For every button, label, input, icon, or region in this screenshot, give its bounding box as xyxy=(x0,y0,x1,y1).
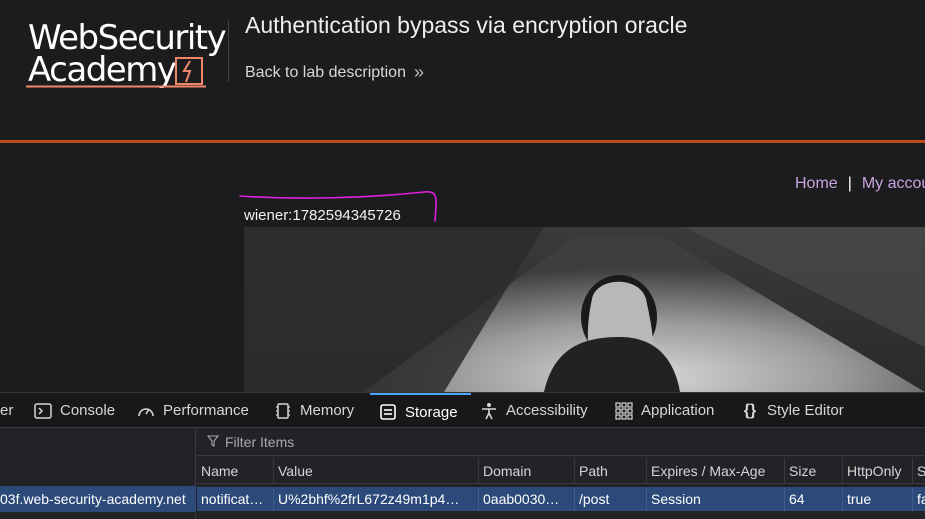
devtools-tab-bar: er Console Performance Memory Storage Ac… xyxy=(0,392,925,428)
logo-line2: Academy xyxy=(28,50,177,90)
storage-icon xyxy=(379,403,397,421)
column-header-value[interactable]: Value xyxy=(274,458,479,483)
lab-header: WebSecurity Academy Authentication bypas… xyxy=(0,0,925,143)
cookies-table-header: Name Value Domain Path Expires / Max-Age… xyxy=(197,458,925,484)
column-header-path[interactable]: Path xyxy=(575,458,647,483)
tab-storage-label: Storage xyxy=(405,403,458,421)
nav-my-account-link[interactable]: My accou xyxy=(862,175,925,193)
column-header-size[interactable]: Size xyxy=(785,458,843,483)
tab-performance[interactable]: Performance xyxy=(137,393,249,428)
tab-console-label: Console xyxy=(60,402,116,419)
accessibility-icon xyxy=(480,402,498,420)
back-to-lab-description-link[interactable]: Back to lab description » xyxy=(245,62,424,83)
lab-title: Authentication bypass via encryption ora… xyxy=(245,12,688,38)
cell-value: U%2bhf%2frL672z49m1p4… xyxy=(274,487,479,511)
storage-tree: 03f.web-security-academy.net xyxy=(0,428,196,519)
logo-underline-icon xyxy=(26,85,206,88)
cell-expires: Session xyxy=(647,487,785,511)
tab-console[interactable]: Console xyxy=(34,393,115,428)
console-icon xyxy=(34,402,52,420)
performance-icon xyxy=(137,402,155,420)
top-nav: Home | My accou xyxy=(795,175,925,193)
web-security-academy-logo[interactable]: WebSecurity Academy xyxy=(26,18,227,92)
back-link-label: Back to lab description xyxy=(245,63,406,81)
column-header-secure[interactable]: S xyxy=(913,458,925,483)
cell-secure: fa xyxy=(917,491,925,507)
memory-icon xyxy=(274,402,292,420)
nav-separator: | xyxy=(847,175,852,192)
tab-accessibility-label: Accessibility xyxy=(506,402,588,419)
column-header-name[interactable]: Name xyxy=(197,458,274,483)
column-header-expires[interactable]: Expires / Max-Age xyxy=(647,458,785,483)
tab-application-label: Application xyxy=(641,402,715,419)
storage-tree-selected-host[interactable]: 03f.web-security-academy.net xyxy=(0,486,196,512)
tab-inspector-label: er xyxy=(0,402,14,419)
table-row[interactable] xyxy=(197,511,925,519)
tab-storage[interactable]: Storage xyxy=(370,393,471,429)
double-chevron-right-icon: » xyxy=(413,62,424,82)
column-header-domain[interactable]: Domain xyxy=(479,458,575,483)
devtools-panel: er Console Performance Memory Storage Ac… xyxy=(0,392,925,519)
application-icon xyxy=(615,401,633,420)
filter-placeholder: Filter Items xyxy=(225,433,295,450)
cell-name: notificat… xyxy=(197,487,274,511)
filter-icon xyxy=(206,434,220,450)
tab-style-editor[interactable]: {} Style Editor xyxy=(741,393,844,428)
blog-post-image xyxy=(244,227,925,392)
table-row[interactable]: notificat… U%2bhf%2frL672z49m1p4… 0aab00… xyxy=(197,487,925,511)
tab-memory[interactable]: Memory xyxy=(274,393,354,428)
cell-path: /post xyxy=(575,487,647,511)
page-content: Home | My accou wiener:1782594345726 xyxy=(0,143,925,392)
user-identifier: wiener:1782594345726 xyxy=(244,207,401,224)
column-header-httponly[interactable]: HttpOnly xyxy=(843,458,913,483)
tab-application[interactable]: Application xyxy=(615,393,714,428)
style-editor-icon: {} xyxy=(743,401,757,419)
cell-httponly: true xyxy=(843,487,913,511)
tab-inspector[interactable]: er xyxy=(0,393,13,428)
filter-items-input[interactable]: Filter Items xyxy=(197,428,925,456)
tab-style-editor-label: Style Editor xyxy=(767,402,844,419)
nav-home-link[interactable]: Home xyxy=(795,175,838,193)
tab-accessibility[interactable]: Accessibility xyxy=(480,393,588,428)
tab-performance-label: Performance xyxy=(163,402,249,419)
header-divider xyxy=(228,20,229,82)
cell-domain: 0aab0030… xyxy=(479,487,575,511)
tab-memory-label: Memory xyxy=(300,402,355,419)
bolt-icon xyxy=(175,57,203,85)
cell-size: 64 xyxy=(785,487,843,511)
